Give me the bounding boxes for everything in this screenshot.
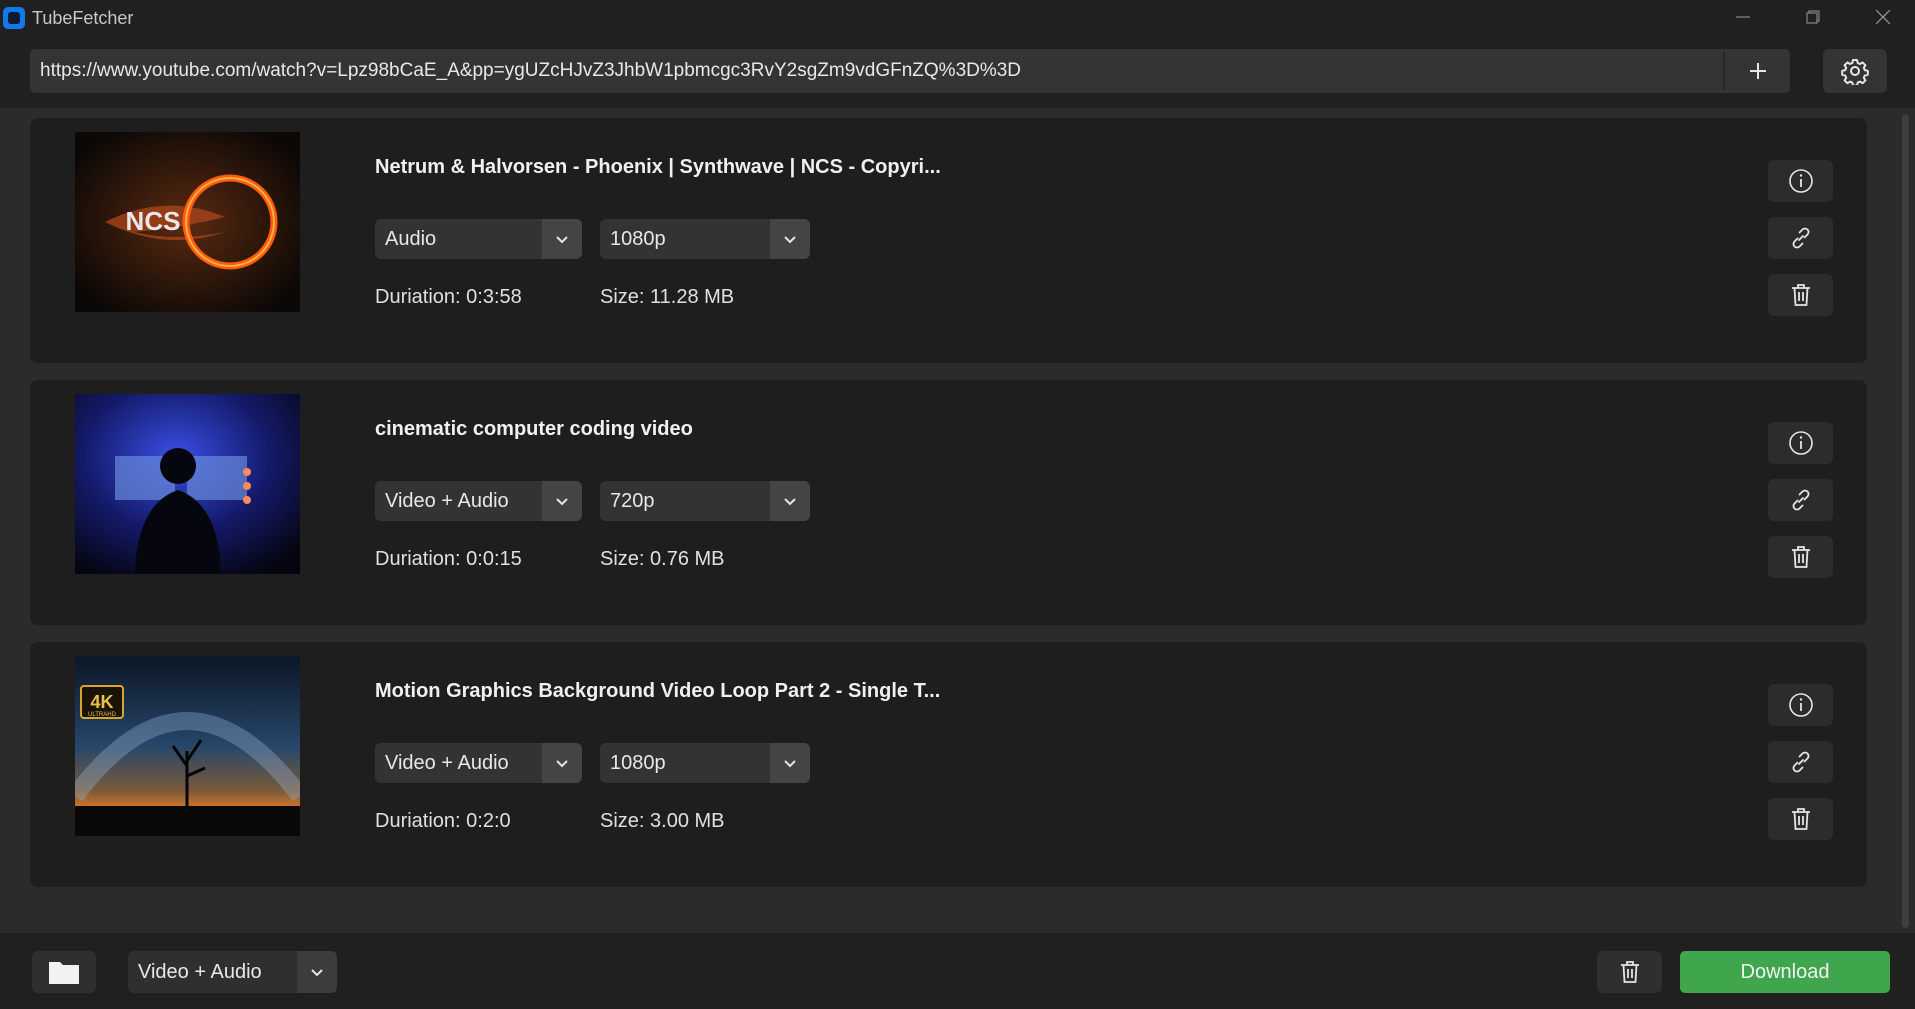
chevron-down-icon — [311, 968, 323, 976]
trash-icon — [1791, 546, 1810, 568]
format-type-value: Video + Audio — [385, 490, 509, 512]
video-duration: Duriation: 0:2:0 — [375, 810, 511, 832]
copy-link-button[interactable] — [1768, 479, 1833, 521]
video-duration: Duriation: 0:3:58 — [375, 286, 522, 308]
video-card: NCS Netrum & Halvorsen - Phoenix | Synth… — [30, 118, 1867, 363]
video-title: Motion Graphics Background Video Loop Pa… — [375, 680, 941, 702]
format-type-value: Video + Audio — [385, 752, 509, 774]
delete-button[interactable] — [1768, 798, 1833, 840]
resolution-value: 1080p — [610, 228, 666, 250]
info-icon — [1788, 693, 1813, 717]
dropdown-button[interactable] — [542, 219, 582, 259]
video-list: NCS Netrum & Halvorsen - Phoenix | Synth… — [0, 108, 1915, 933]
close-window-button[interactable] — [1848, 0, 1915, 34]
info-icon — [1788, 431, 1813, 455]
url-input[interactable] — [30, 49, 1723, 93]
restore-button[interactable] — [1778, 0, 1848, 34]
minimize-button[interactable] — [1708, 0, 1778, 34]
video-duration: Duriation: 0:0:15 — [375, 548, 522, 570]
vertical-scrollbar[interactable] — [1902, 114, 1909, 928]
trash-icon — [1620, 961, 1639, 983]
url-bar — [30, 49, 1790, 93]
dropdown-button[interactable] — [770, 481, 810, 521]
resolution-select[interactable]: 1080p — [600, 743, 810, 783]
close-icon — [1876, 10, 1890, 24]
default-format-value: Video + Audio — [138, 961, 262, 983]
restore-icon — [1806, 10, 1820, 24]
info-icon — [1788, 169, 1813, 193]
trash-icon — [1791, 808, 1810, 830]
title-bar: TubeFetcher — [0, 0, 1915, 34]
gear-icon — [1841, 59, 1869, 85]
delete-button[interactable] — [1768, 274, 1833, 316]
dropdown-button[interactable] — [542, 743, 582, 783]
resolution-select[interactable]: 1080p — [600, 219, 810, 259]
dropdown-button[interactable] — [297, 951, 337, 993]
format-type-select[interactable]: Video + Audio — [375, 743, 582, 783]
format-type-select[interactable]: Audio — [375, 219, 582, 259]
thumbnail-logo: NCS — [126, 206, 181, 236]
video-size: Size: 11.28 MB — [600, 286, 735, 308]
copy-link-button[interactable] — [1768, 217, 1833, 259]
settings-button[interactable] — [1823, 49, 1887, 93]
video-size: Size: 0.76 MB — [600, 548, 725, 570]
divider — [1723, 52, 1725, 90]
minimize-icon — [1736, 16, 1750, 18]
download-button[interactable]: Download — [1680, 951, 1890, 993]
delete-button[interactable] — [1768, 536, 1833, 578]
format-type-select[interactable]: Video + Audio — [375, 481, 582, 521]
video-thumbnail — [75, 394, 300, 574]
video-title: cinematic computer coding video — [375, 418, 693, 440]
info-button[interactable] — [1768, 422, 1833, 464]
info-button[interactable] — [1768, 160, 1833, 202]
clear-all-button[interactable] — [1597, 951, 1662, 993]
video-size: Size: 3.00 MB — [600, 810, 725, 832]
format-type-value: Audio — [385, 228, 437, 250]
thumbnail-badge: 4K — [90, 692, 113, 712]
link-icon — [1792, 227, 1809, 249]
chevron-down-icon — [556, 497, 568, 505]
copy-link-button[interactable] — [1768, 741, 1833, 783]
chevron-down-icon — [784, 759, 796, 767]
thumbnail-badge-sub: ULTRAHD — [88, 712, 117, 718]
video-thumbnail: 4K ULTRAHD — [75, 656, 300, 836]
video-card: 4K ULTRAHD Motion Graphics Background Vi… — [30, 642, 1867, 887]
chevron-down-icon — [556, 235, 568, 243]
add-url-button[interactable] — [1726, 49, 1790, 93]
chevron-down-icon — [556, 759, 568, 767]
chevron-down-icon — [784, 235, 796, 243]
dropdown-button[interactable] — [770, 743, 810, 783]
plus-icon — [1750, 63, 1766, 79]
dropdown-button[interactable] — [542, 481, 582, 521]
open-folder-button[interactable] — [32, 951, 96, 993]
video-thumbnail: NCS — [75, 132, 300, 312]
app-logo-icon — [3, 7, 25, 29]
default-format-select[interactable]: Video + Audio — [128, 951, 337, 993]
chevron-down-icon — [784, 497, 796, 505]
link-icon — [1792, 751, 1809, 773]
dropdown-button[interactable] — [770, 219, 810, 259]
info-button[interactable] — [1768, 684, 1833, 726]
trash-icon — [1791, 284, 1810, 306]
video-title: Netrum & Halvorsen - Phoenix | Synthwave… — [375, 156, 941, 178]
resolution-select[interactable]: 720p — [600, 481, 810, 521]
resolution-value: 1080p — [610, 752, 666, 774]
link-icon — [1792, 489, 1809, 511]
resolution-value: 720p — [610, 490, 655, 512]
video-card: cinematic computer coding video Video + … — [30, 380, 1867, 625]
folder-icon — [49, 962, 79, 984]
app-title: TubeFetcher — [32, 8, 134, 28]
